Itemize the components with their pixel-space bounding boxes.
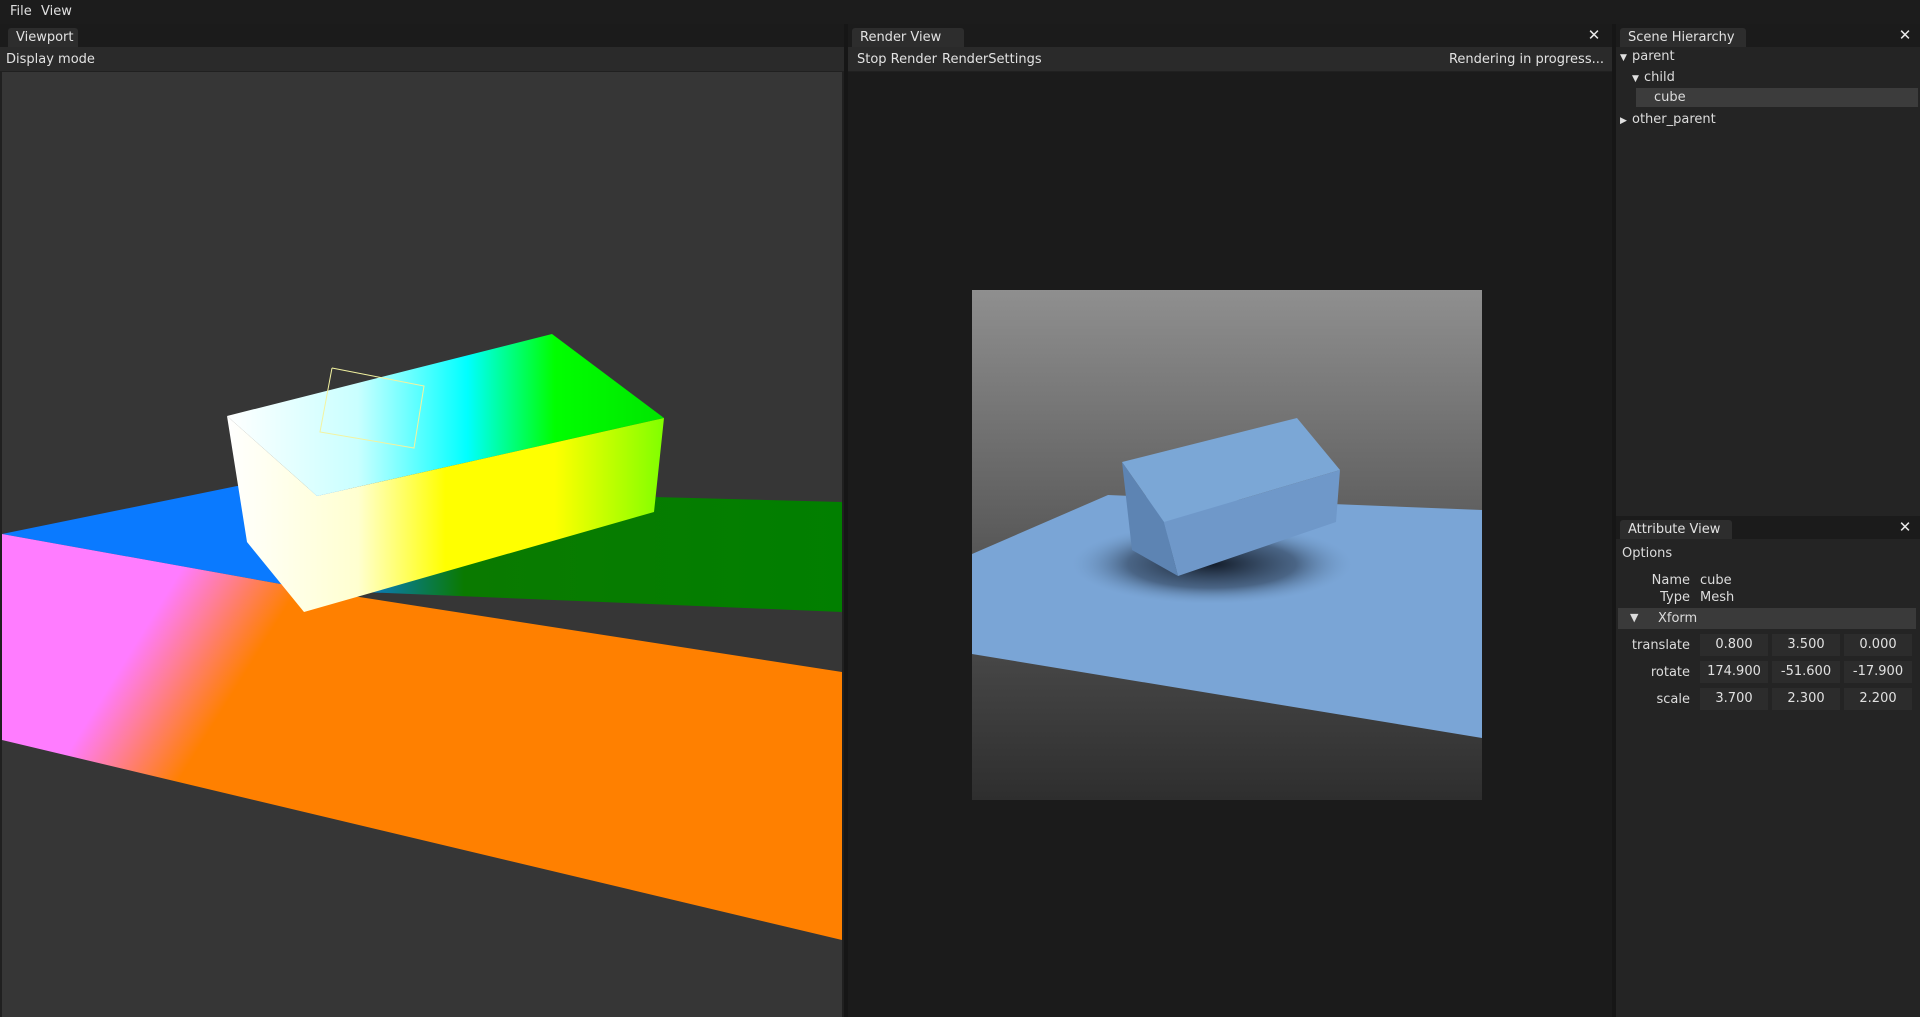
translate-z-field[interactable]: 0.000 (1844, 634, 1912, 656)
hierarchy-tabstrip: Scene Hierarchy ✕ (1616, 24, 1920, 47)
menu-file[interactable]: File (10, 4, 32, 19)
render-settings-button[interactable]: RenderSettings (942, 52, 1042, 67)
rendered-image (972, 290, 1482, 800)
triangle-right-icon[interactable]: ▶ (1620, 112, 1632, 131)
triangle-down-icon[interactable]: ▼ (1630, 611, 1638, 624)
stop-render-button[interactable]: Stop Render (857, 52, 937, 67)
type-value: Mesh (1700, 590, 1735, 605)
tree-item-cube[interactable]: cube (1636, 88, 1918, 107)
tab-render-view[interactable]: Render View (852, 28, 964, 47)
viewport-scene (2, 334, 842, 940)
xform-section-header[interactable]: ▼ Xform (1618, 608, 1916, 629)
scene-hierarchy-panel: Scene Hierarchy ✕ ▼ parent ▼ child cube ▶ o… (1616, 24, 1920, 516)
viewport-toolbar: Display mode (0, 47, 844, 71)
scale-z-field[interactable]: 2.200 (1844, 688, 1912, 710)
tree-item-parent[interactable]: ▼ parent (1620, 47, 1675, 66)
render-tabstrip: Render View ✕ (848, 24, 1612, 47)
tree-item-child[interactable]: ▼ child (1632, 68, 1675, 87)
tab-scene-hierarchy[interactable]: Scene Hierarchy (1620, 28, 1746, 47)
viewport-canvas[interactable] (2, 72, 842, 1017)
tab-viewport[interactable]: Viewport (8, 28, 78, 47)
viewport-tabstrip: Viewport (0, 24, 844, 47)
menu-view[interactable]: View (41, 4, 72, 19)
rotate-z-field[interactable]: -17.900 (1844, 661, 1912, 683)
type-label: Type (1660, 590, 1690, 605)
rotate-y-field[interactable]: -51.600 (1772, 661, 1840, 683)
translate-x-field[interactable]: 0.800 (1700, 634, 1768, 656)
rotate-x-field[interactable]: 174.900 (1700, 661, 1768, 683)
translate-label: translate (1631, 638, 1690, 653)
scale-y-field[interactable]: 2.300 (1772, 688, 1840, 710)
close-icon[interactable]: ✕ (1587, 28, 1601, 43)
rotate-label: rotate (1650, 665, 1690, 680)
triangle-down-icon[interactable]: ▼ (1632, 70, 1644, 89)
attribute-view-panel: Attribute View ✕ Options Name cube Type … (1616, 516, 1920, 1017)
menu-bar: File View (0, 0, 1920, 24)
render-toolbar: Stop Render RenderSettings Rendering in … (848, 47, 1612, 71)
name-label: Name (1651, 573, 1690, 588)
render-view-panel: Render View ✕ Stop Render RenderSettings… (848, 24, 1612, 1017)
render-status: Rendering in progress... (1448, 52, 1604, 67)
close-icon[interactable]: ✕ (1898, 28, 1912, 43)
attribute-tabstrip: Attribute View ✕ (1616, 516, 1920, 539)
translate-y-field[interactable]: 3.500 (1772, 634, 1840, 656)
display-mode-button[interactable]: Display mode (6, 52, 95, 67)
name-value: cube (1700, 573, 1732, 588)
scale-label: scale (1656, 692, 1691, 707)
scale-x-field[interactable]: 3.700 (1700, 688, 1768, 710)
tree-item-other-parent[interactable]: ▶ other_parent (1620, 110, 1716, 129)
triangle-down-icon[interactable]: ▼ (1620, 49, 1632, 68)
tab-attribute-view[interactable]: Attribute View (1620, 520, 1732, 539)
viewport-panel: Viewport Display mode (0, 24, 844, 1017)
close-icon[interactable]: ✕ (1898, 520, 1912, 535)
options-menu[interactable]: Options (1622, 546, 1672, 561)
